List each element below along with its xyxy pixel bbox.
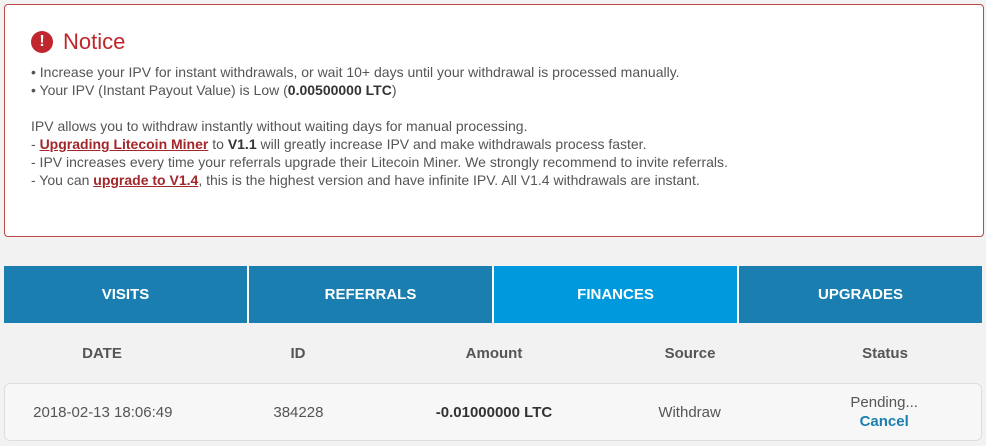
table-row: 2018-02-13 18:06:49 384228 -0.01000000 L… bbox=[4, 383, 982, 441]
notice-text: • Your IPV (Instant Payout Value) is Low… bbox=[31, 82, 288, 98]
notice-header: ! Notice bbox=[31, 27, 957, 57]
upgrading-miner-link[interactable]: Upgrading Litecoin Miner bbox=[40, 136, 209, 152]
upgrade-v14-link[interactable]: upgrade to V1.4 bbox=[93, 172, 198, 188]
status-pending-text: Pending... bbox=[850, 394, 918, 411]
column-header-source: Source bbox=[664, 344, 716, 362]
notice-text: - bbox=[31, 136, 40, 152]
column-header-date: DATE bbox=[82, 344, 122, 362]
notice-line: - Upgrading Litecoin Miner to V1.1 will … bbox=[31, 135, 957, 153]
column-header-id: ID bbox=[290, 344, 306, 362]
version-label: V1.1 bbox=[227, 136, 257, 152]
ipv-value: 0.00500000 LTC bbox=[287, 82, 392, 98]
notice-line: • Your IPV (Instant Payout Value) is Low… bbox=[31, 81, 957, 99]
notice-text: to bbox=[208, 136, 228, 152]
notice-text: will greatly increase IPV and make withd… bbox=[256, 136, 647, 152]
notice-text: , this is the highest version and have i… bbox=[198, 172, 700, 188]
notice-line: IPV allows you to withdraw instantly wit… bbox=[31, 118, 528, 134]
row-date: 2018-02-13 18:06:49 bbox=[33, 403, 173, 421]
cancel-button[interactable]: Cancel bbox=[787, 412, 981, 431]
row-id: 384228 bbox=[273, 403, 324, 421]
notice-line: - IPV increases every time your referral… bbox=[31, 154, 728, 170]
notice-title: Notice bbox=[63, 29, 126, 54]
exclamation-icon: ! bbox=[31, 31, 53, 53]
column-header-amount: Amount bbox=[465, 344, 523, 362]
row-source: Withdraw bbox=[658, 403, 721, 421]
notice-text: - You can bbox=[31, 172, 94, 188]
tab-visits[interactable]: VISITS bbox=[4, 266, 249, 323]
table-header: DATE ID Amount Source Status bbox=[4, 338, 982, 368]
tab-referrals[interactable]: REFERRALS bbox=[249, 266, 494, 323]
row-amount: -0.01000000 LTC bbox=[435, 403, 553, 421]
tab-upgrades[interactable]: UPGRADES bbox=[739, 266, 982, 323]
column-header-status: Status bbox=[862, 344, 908, 362]
row-status: Pending... Cancel bbox=[787, 393, 981, 431]
notice-line: - You can upgrade to V1.4, this is the h… bbox=[31, 171, 957, 189]
tab-finances[interactable]: FINANCES bbox=[494, 266, 739, 323]
tab-bar: VISITS REFERRALS FINANCES UPGRADES bbox=[4, 266, 982, 323]
notice-panel: ! Notice • Increase your IPV for instant… bbox=[4, 4, 984, 237]
notice-text: ) bbox=[391, 82, 397, 98]
notice-line: • Increase your IPV for instant withdraw… bbox=[31, 64, 680, 80]
